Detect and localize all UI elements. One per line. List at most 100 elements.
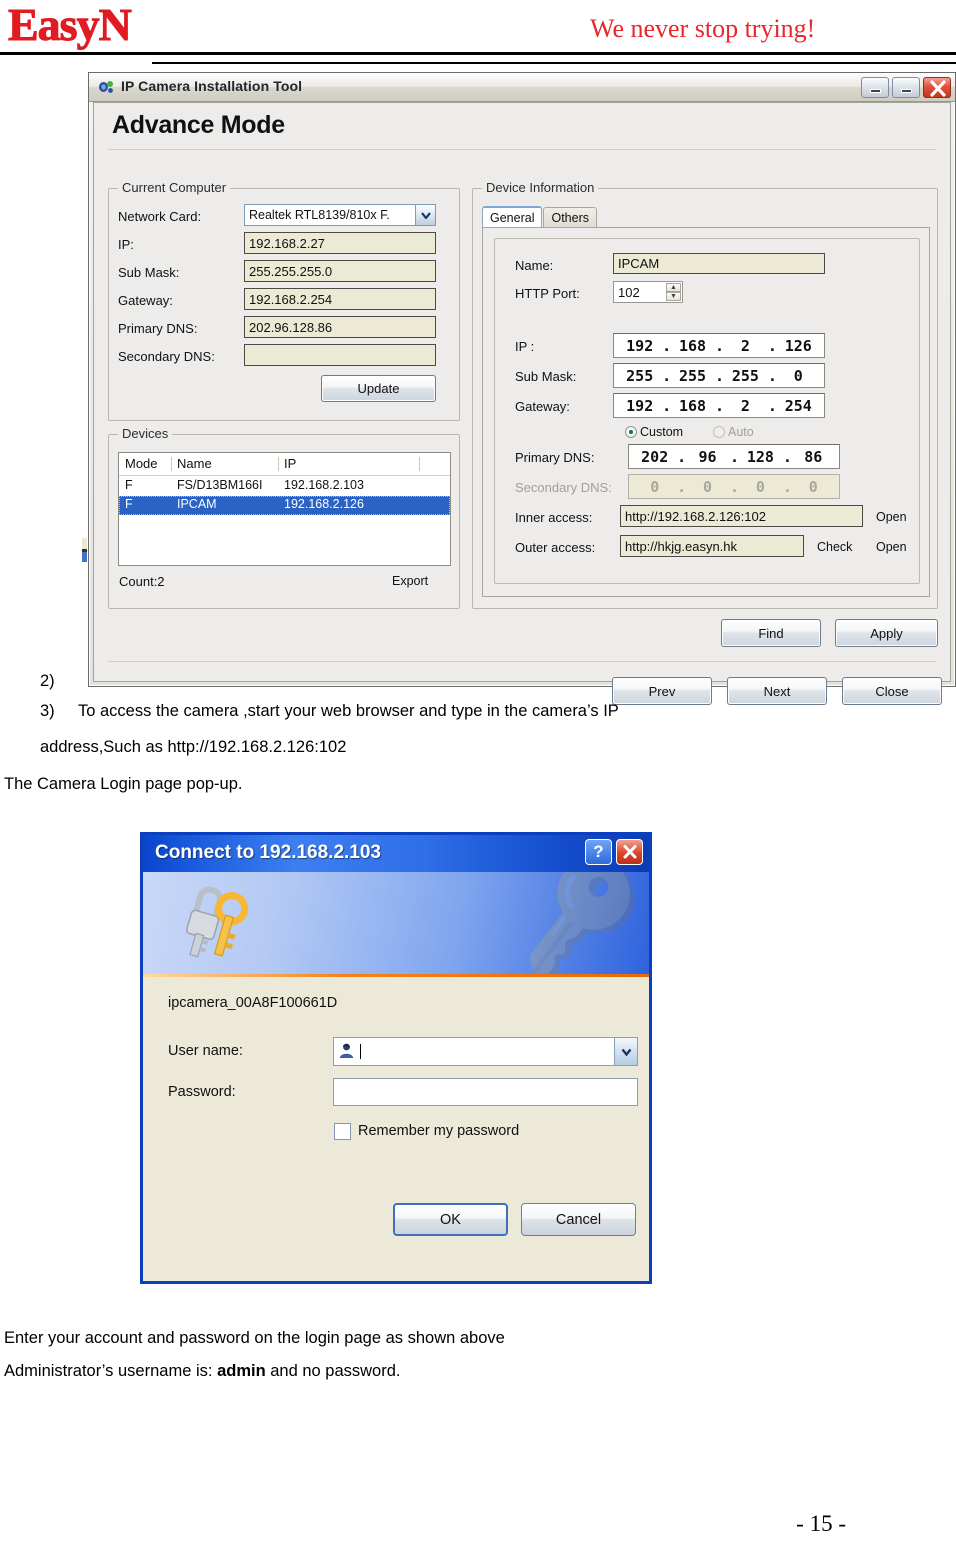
chevron-up-icon[interactable]: ▲ — [666, 283, 681, 292]
network-card-label: Network Card: — [118, 209, 202, 224]
brand-logo: EasyN — [8, 0, 133, 50]
current-computer-group: Current Computer Network Card: Realtek R… — [108, 180, 460, 421]
general-inner-panel: Name: IPCAM HTTP Port: 102 ▲ ▼ IP : 192.… — [494, 238, 920, 584]
username-field[interactable] — [333, 1037, 638, 1066]
next-button[interactable]: Next — [727, 677, 827, 705]
gateway-label: Gateway: — [118, 293, 173, 308]
ip-label: IP: — [118, 237, 134, 252]
row-mode: F — [125, 478, 133, 492]
inner-access-input[interactable]: http://192.168.2.126:102 — [620, 505, 863, 527]
gw-octet-1: 192 — [626, 396, 654, 415]
gw-octet-3: 2 — [740, 396, 750, 415]
tab-general[interactable]: General — [482, 206, 543, 227]
maximize-button[interactable] — [892, 76, 920, 98]
chevron-down-icon[interactable] — [415, 205, 435, 225]
device-name-input[interactable]: IPCAM — [613, 253, 825, 274]
sub-mask-input[interactable]: 255.255.255.0 — [244, 260, 436, 282]
step-3-line-2: address,Such as http://192.168.2.126:102 — [40, 738, 347, 756]
watermark-keys-icon: 🔑 — [507, 872, 649, 977]
ok-button[interactable]: OK — [393, 1203, 508, 1236]
device-gateway-input[interactable]: 192. 168. 2. 254 — [613, 393, 825, 418]
outer-access-check-button[interactable]: Check — [817, 540, 852, 554]
column-ip[interactable]: IP — [284, 456, 296, 471]
device-info-tabs: General Others — [482, 206, 598, 227]
table-row[interactable]: F FS/D13BM166I 192.168.2.103 — [119, 477, 450, 496]
help-icon[interactable]: ? — [585, 839, 612, 865]
radio-icon — [713, 426, 725, 438]
device-primary-dns-input[interactable]: 202. 96. 128. 86 — [628, 444, 840, 469]
password-label: Password: — [168, 1084, 236, 1100]
inner-access-open-button[interactable]: Open — [876, 510, 907, 524]
keys-icon — [171, 882, 257, 973]
footer-divider — [108, 661, 936, 662]
title-divider — [108, 149, 936, 150]
ip-octet-3: 2 — [740, 336, 750, 355]
chevron-down-icon[interactable] — [614, 1038, 637, 1065]
minimize-button[interactable] — [861, 76, 889, 98]
device-secondary-dns-label: Secondary DNS: — [515, 480, 612, 495]
column-name[interactable]: Name — [177, 456, 212, 471]
http-port-value: 102 — [618, 284, 640, 300]
radio-auto-dns: Auto — [713, 425, 754, 439]
sdns-octet-1: 0 — [650, 477, 660, 496]
user-icon — [338, 1042, 355, 1062]
devices-label: Devices — [118, 426, 173, 441]
pdns-octet-2: 96 — [698, 447, 717, 466]
close-icon[interactable] — [616, 839, 643, 865]
chevron-down-icon[interactable]: ▼ — [666, 292, 681, 301]
http-port-stepper[interactable]: 102 ▲ ▼ — [613, 281, 683, 303]
login-realm: ipcamera_00A8F100661D — [168, 995, 338, 1011]
devices-list[interactable]: Mode Name IP F FS/D13BM166I 192.168.2.10… — [118, 452, 451, 566]
current-computer-label: Current Computer — [118, 180, 231, 195]
secondary-dns-input[interactable] — [244, 344, 436, 366]
gateway-input[interactable]: 192.168.2.254 — [244, 288, 436, 310]
outer-access-open-button[interactable]: Open — [876, 540, 907, 554]
network-card-select[interactable]: Realtek RTL8139/810x F. — [244, 204, 436, 226]
tab-others[interactable]: Others — [543, 207, 597, 227]
table-row[interactable]: F IPCAM 192.168.2.126 — [119, 496, 450, 515]
find-button[interactable]: Find — [721, 619, 821, 647]
spinner-buttons[interactable]: ▲ ▼ — [666, 283, 681, 301]
cancel-button[interactable]: Cancel — [521, 1203, 636, 1236]
close-button[interactable]: Close — [842, 677, 942, 705]
primary-dns-input[interactable]: 202.96.128.86 — [244, 316, 436, 338]
document-header: EasyN We never stop trying! — [0, 0, 956, 58]
mask-octet-1: 255 — [626, 366, 654, 385]
page-title: Advance Mode — [112, 111, 285, 139]
update-button[interactable]: Update — [321, 375, 436, 402]
device-sub-mask-input[interactable]: 255. 255. 255. 0 — [613, 363, 825, 388]
app-titlebar: IP Camera Installation Tool — [89, 73, 955, 102]
device-ip-label: IP : — [515, 339, 535, 354]
apply-button[interactable]: Apply — [835, 619, 938, 647]
device-name-label: Name: — [515, 258, 554, 273]
radio-icon — [625, 426, 637, 438]
row-name: FS/D13BM166I — [177, 478, 263, 492]
username-label: User name: — [168, 1043, 243, 1059]
camera-icon — [97, 78, 115, 96]
export-button[interactable]: Export — [392, 574, 428, 588]
device-primary-dns-label: Primary DNS: — [515, 450, 595, 465]
radio-auto-label: Auto — [728, 425, 754, 439]
close-icon[interactable] — [923, 76, 951, 98]
prev-button[interactable]: Prev — [612, 677, 712, 705]
header-rule-secondary — [152, 62, 956, 64]
sdns-octet-2: 0 — [703, 477, 713, 496]
device-count: Count:2 — [119, 574, 165, 589]
device-information-group: Device Information General Others Name: … — [472, 180, 938, 609]
page-number: - 15 - — [796, 1511, 846, 1536]
pdns-octet-4: 86 — [804, 447, 823, 466]
password-field[interactable] — [333, 1078, 638, 1106]
sub-mask-label: Sub Mask: — [118, 265, 180, 280]
login-dialog-title: Connect to 192.168.2.103 — [155, 842, 381, 863]
outer-access-input[interactable]: http://hkjg.easyn.hk — [620, 535, 804, 557]
remember-password-label: Remember my password — [358, 1123, 520, 1139]
network-card-value: Realtek RTL8139/810x F. — [249, 208, 390, 222]
remember-password-checkbox[interactable] — [334, 1123, 351, 1140]
sdns-octet-3: 0 — [755, 477, 765, 496]
step-2-marker: 2) — [40, 672, 55, 690]
radio-custom-dns[interactable]: Custom — [625, 425, 683, 439]
outer-access-label: Outer access: — [515, 540, 596, 555]
device-ip-input[interactable]: 192. 168. 2. 126 — [613, 333, 825, 358]
ip-input[interactable]: 192.168.2.27 — [244, 232, 436, 254]
column-mode[interactable]: Mode — [125, 456, 158, 471]
